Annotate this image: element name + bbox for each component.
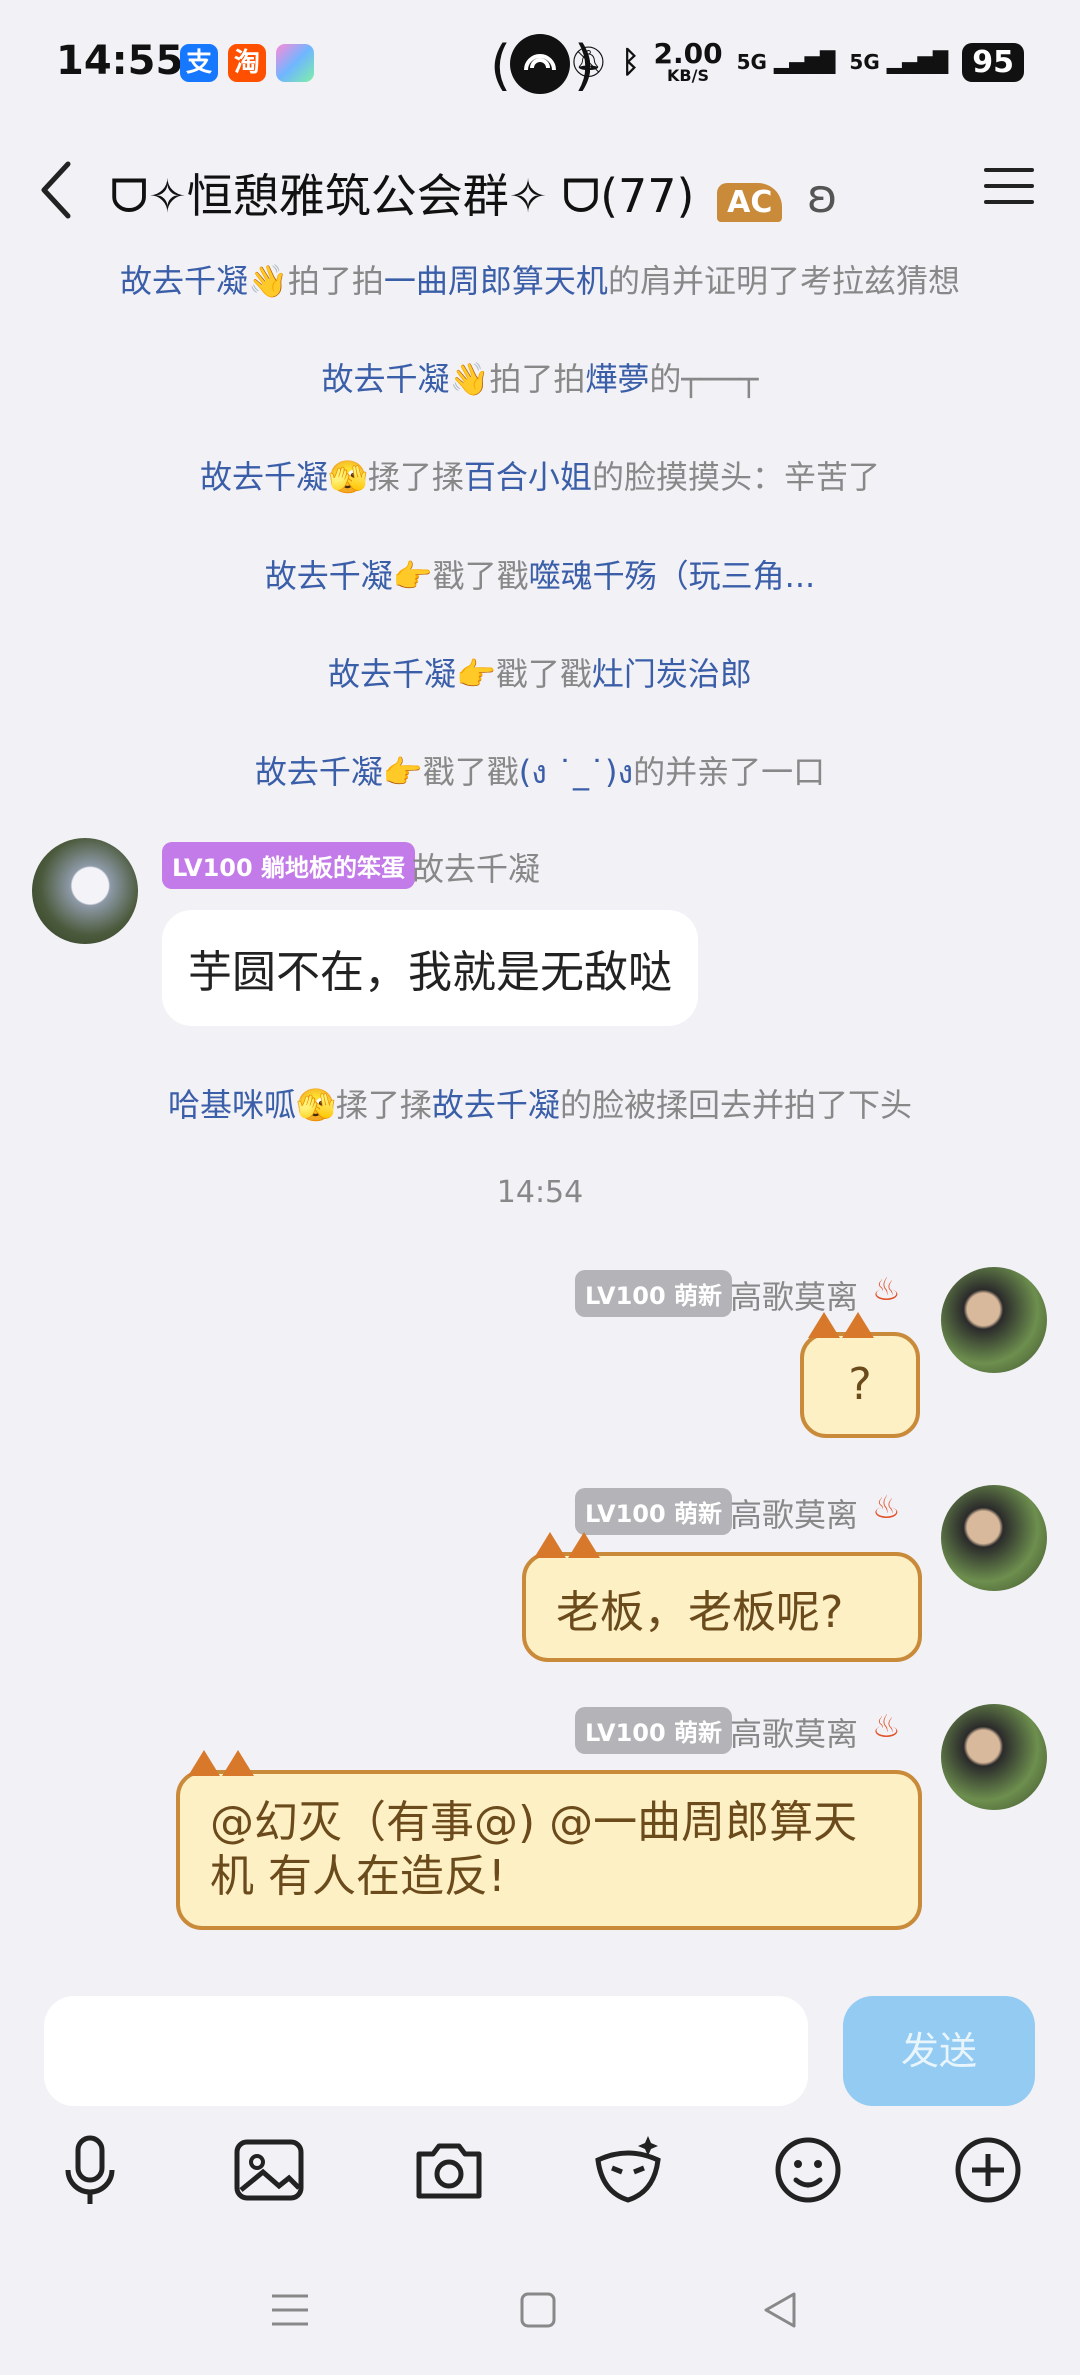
recent-apps-icon[interactable] bbox=[270, 2290, 310, 2330]
message-input[interactable] bbox=[44, 1996, 808, 2106]
level-badge: LV100 萌新 bbox=[575, 1707, 733, 1754]
battery-indicator: 95 bbox=[962, 42, 1024, 82]
level-badge: LV100 躺地板的笨蛋 bbox=[162, 842, 416, 889]
ac-badge: AC bbox=[717, 183, 783, 222]
system-notice: 故去千凝👉戳了戳(ง ˙_˙)ง的并亲了一口 bbox=[254, 753, 826, 791]
fire-icon: ♨ bbox=[872, 1270, 901, 1308]
signal-icon-1: 5G ▂▄▆█ bbox=[736, 50, 836, 74]
avatar[interactable] bbox=[32, 838, 138, 944]
microphone-icon[interactable] bbox=[50, 2130, 130, 2210]
emoji-icon[interactable] bbox=[768, 2130, 848, 2210]
ear-icon[interactable]: ʚ bbox=[807, 169, 838, 223]
avatar[interactable] bbox=[941, 1485, 1047, 1591]
camera-icon[interactable] bbox=[409, 2130, 489, 2210]
home-icon[interactable] bbox=[518, 2290, 558, 2330]
system-notice: 故去千凝👋拍了拍燁夢的┬──┬ bbox=[321, 360, 759, 398]
system-notice: 故去千凝🫣揉了揉百合小姐的脸摸摸头：辛苦了 bbox=[200, 458, 880, 496]
mute-bell-icon: 🔕︎ bbox=[569, 44, 608, 80]
status-bar: 14:55 支 淘 ( ) 🔕︎ ᛒ 2.00 KB/S 5G ▂▄▆█ 5G … bbox=[0, 0, 1080, 130]
status-time: 14:55 bbox=[56, 38, 184, 84]
input-toolbar bbox=[0, 2130, 1080, 2220]
status-indicators: 🔕︎ ᛒ 2.00 KB/S 5G ▂▄▆█ 5G ▂▄▆█ 95 bbox=[569, 40, 1024, 84]
avatar[interactable] bbox=[941, 1267, 1047, 1373]
message-bubble[interactable]: 老板，老板呢? bbox=[522, 1532, 922, 1662]
message-bubble[interactable]: @幻灭（有事@) @一曲周郎算天机 有人在造反! bbox=[176, 1750, 922, 1930]
chat-title[interactable]: ᗜ✧恒憩雅筑公会群✧ ᗜ(77) AC ʚ bbox=[110, 160, 838, 226]
system-notice: 故去千凝👋拍了拍一曲周郎算天机的肩并证明了考拉兹猜想 bbox=[120, 262, 960, 300]
system-notice: 故去千凝👉戳了戳噬魂千殇（玩三角... bbox=[264, 557, 816, 595]
level-badge: LV100 萌新 bbox=[575, 1270, 733, 1317]
timestamp: 14:54 bbox=[496, 1175, 584, 1210]
alipay-icon: 支 bbox=[180, 44, 218, 82]
fire-icon: ♨ bbox=[872, 1707, 901, 1745]
input-bar: 发送 bbox=[0, 1978, 1080, 2118]
app-gradient-icon bbox=[276, 44, 314, 82]
system-navbar bbox=[0, 2270, 1080, 2350]
signal-icon-2: 5G ▂▄▆█ bbox=[849, 50, 949, 74]
chat-header: ᗜ✧恒憩雅筑公会群✧ ᗜ(77) AC ʚ bbox=[0, 130, 1080, 245]
menu-icon[interactable] bbox=[984, 166, 1034, 206]
sticker-icon[interactable] bbox=[588, 2130, 668, 2210]
svg-text:(: ( bbox=[490, 34, 511, 97]
sender-name[interactable]: 故去千凝 bbox=[412, 844, 540, 890]
taobao-icon: 淘 bbox=[228, 44, 266, 82]
bluetooth-icon: ᛒ bbox=[621, 44, 640, 80]
level-badge: LV100 萌新 bbox=[575, 1488, 733, 1535]
back-icon[interactable] bbox=[36, 160, 76, 220]
message-bubble[interactable]: ? bbox=[800, 1312, 920, 1438]
net-speed: 2.00 KB/S bbox=[653, 37, 723, 85]
image-icon[interactable] bbox=[229, 2130, 309, 2210]
back-nav-icon[interactable] bbox=[760, 2290, 800, 2330]
message-bubble[interactable]: 芋圆不在，我就是无敌哒 bbox=[162, 910, 698, 1026]
avatar[interactable] bbox=[941, 1704, 1047, 1810]
fire-icon: ♨ bbox=[872, 1488, 901, 1526]
send-button[interactable]: 发送 bbox=[843, 1996, 1035, 2106]
system-notice: 哈基咪呱🫣揉了揉故去千凝的脸被揉回去并拍了下头 bbox=[168, 1086, 912, 1124]
sender-name[interactable]: 高歌莫离 bbox=[730, 1490, 858, 1536]
plus-icon[interactable] bbox=[948, 2130, 1028, 2210]
system-notice: 故去千凝👉戳了戳灶门炭治郎 bbox=[328, 655, 752, 693]
sender-name[interactable]: 高歌莫离 bbox=[730, 1709, 858, 1755]
